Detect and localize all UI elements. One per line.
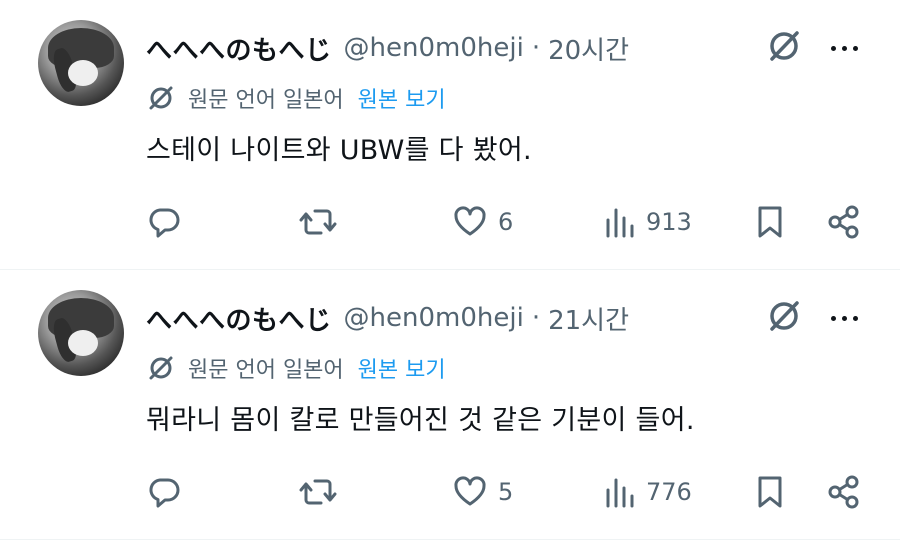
reply-icon [149,208,180,238]
translation-label: 원문 언어 일본어 [188,88,344,113]
tweet[interactable]: へへへのもへじ @hen0m0heji · 20시간 원문 언어 일본어 원본 … [0,0,900,270]
show-original-link[interactable]: 원본 보기 [358,352,446,384]
translation-label: 원문 언어 일본어 [188,358,344,383]
avatar-face [68,60,98,86]
translate-icon [149,86,173,110]
display-name[interactable]: へへへのもへじ [146,300,332,337]
more-icon[interactable] [824,30,864,66]
share-icon [828,205,859,239]
reply-icon [149,478,180,508]
view-count: 913 [646,208,692,236]
timestamp[interactable]: 21시간 [548,300,629,337]
translation-bar: 원문 언어 일본어 원본 보기 [146,352,446,384]
retweet-icon [299,209,337,235]
translate-icon [149,356,173,380]
avatar[interactable] [38,20,124,106]
tweet-text: 뭐라니 몸이 칼로 만들어진 것 같은 기분이 들어. [146,405,695,436]
show-original-link[interactable]: 원본 보기 [358,82,446,114]
views-button[interactable]: 776 [604,470,692,514]
like-button[interactable]: 6 [452,200,513,244]
like-button[interactable]: 5 [452,470,513,514]
retweet-icon [299,479,337,505]
share-button[interactable] [826,470,862,514]
heart-icon [454,206,486,236]
tweet-actions: 5 776 [146,470,866,514]
user-handle[interactable]: @hen0m0heji [344,33,524,63]
like-count: 5 [498,478,514,506]
reply-button[interactable] [146,200,182,244]
tweet-header: へへへのもへじ @hen0m0heji · 21시간 [146,300,629,336]
tweet-actions: 6 913 [146,200,866,244]
retweet-button[interactable] [298,200,338,244]
display-name[interactable]: へへへのもへじ [146,30,332,67]
retweet-button[interactable] [298,470,338,514]
heart-icon [454,476,486,506]
bookmark-button[interactable] [754,200,786,244]
more-icon[interactable] [824,300,864,336]
avatar-face [68,330,98,356]
views-icon [606,208,634,238]
user-handle[interactable]: @hen0m0heji [344,303,524,333]
share-button[interactable] [826,200,862,244]
separator-dot: · [531,33,541,63]
bookmark-button[interactable] [754,470,786,514]
avatar[interactable] [38,290,124,376]
reply-button[interactable] [146,470,182,514]
grok-icon[interactable] [764,296,804,336]
like-count: 6 [498,208,514,236]
tweet-header: へへへのもへじ @hen0m0heji · 20시간 [146,30,629,66]
views-icon [606,478,634,508]
separator-dot: · [531,303,541,333]
translation-bar: 원문 언어 일본어 원본 보기 [146,82,446,114]
tweet[interactable]: へへへのもへじ @hen0m0heji · 21시간 원문 언어 일본어 원본 … [0,270,900,540]
bookmark-icon [758,476,782,508]
share-icon [828,475,859,509]
grok-icon[interactable] [764,26,804,66]
tweet-text: 스테이 나이트와 UBW를 다 봤어. [146,135,532,166]
views-button[interactable]: 913 [604,200,692,244]
view-count: 776 [646,478,692,506]
timestamp[interactable]: 20시간 [548,30,629,67]
bookmark-icon [758,206,782,238]
